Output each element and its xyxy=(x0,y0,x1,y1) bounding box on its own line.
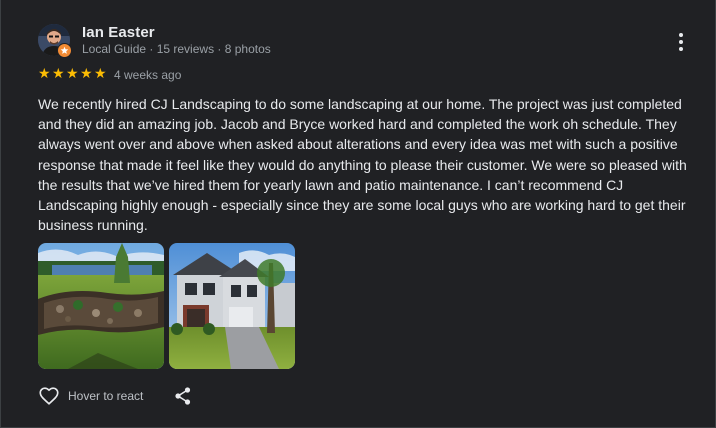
star-rating: ★ ★ ★ ★ ★ xyxy=(38,67,107,81)
more-vert-icon-dot xyxy=(679,47,683,51)
review-photo-garden[interactable] xyxy=(38,243,164,369)
star-icon: ★ xyxy=(94,66,107,82)
review-date: 4 weeks ago xyxy=(114,68,182,82)
star-icon: ★ xyxy=(66,66,79,82)
reviewer-meta: Local Guide · 15 reviews · 8 photos xyxy=(82,42,271,56)
react-label: Hover to react xyxy=(68,389,144,403)
react-button[interactable]: Hover to react xyxy=(38,385,143,407)
local-guide-star-icon xyxy=(57,43,72,58)
star-icon: ★ xyxy=(80,66,93,82)
more-vert-icon-dot xyxy=(679,40,683,44)
review-photo-house[interactable] xyxy=(169,243,295,369)
reviewer-name[interactable]: Ian Easter xyxy=(82,24,155,41)
more-options-button[interactable] xyxy=(669,30,693,54)
review-text: We recently hired CJ Landscaping to do s… xyxy=(38,96,687,234)
review-card: Ian Easter Local Guide · 15 reviews · 8 … xyxy=(0,0,716,428)
more-vert-icon-dot xyxy=(679,33,683,37)
heart-outline-icon xyxy=(39,387,59,405)
share-icon[interactable] xyxy=(173,386,193,406)
star-icon: ★ xyxy=(52,66,65,82)
star-icon: ★ xyxy=(38,66,51,82)
